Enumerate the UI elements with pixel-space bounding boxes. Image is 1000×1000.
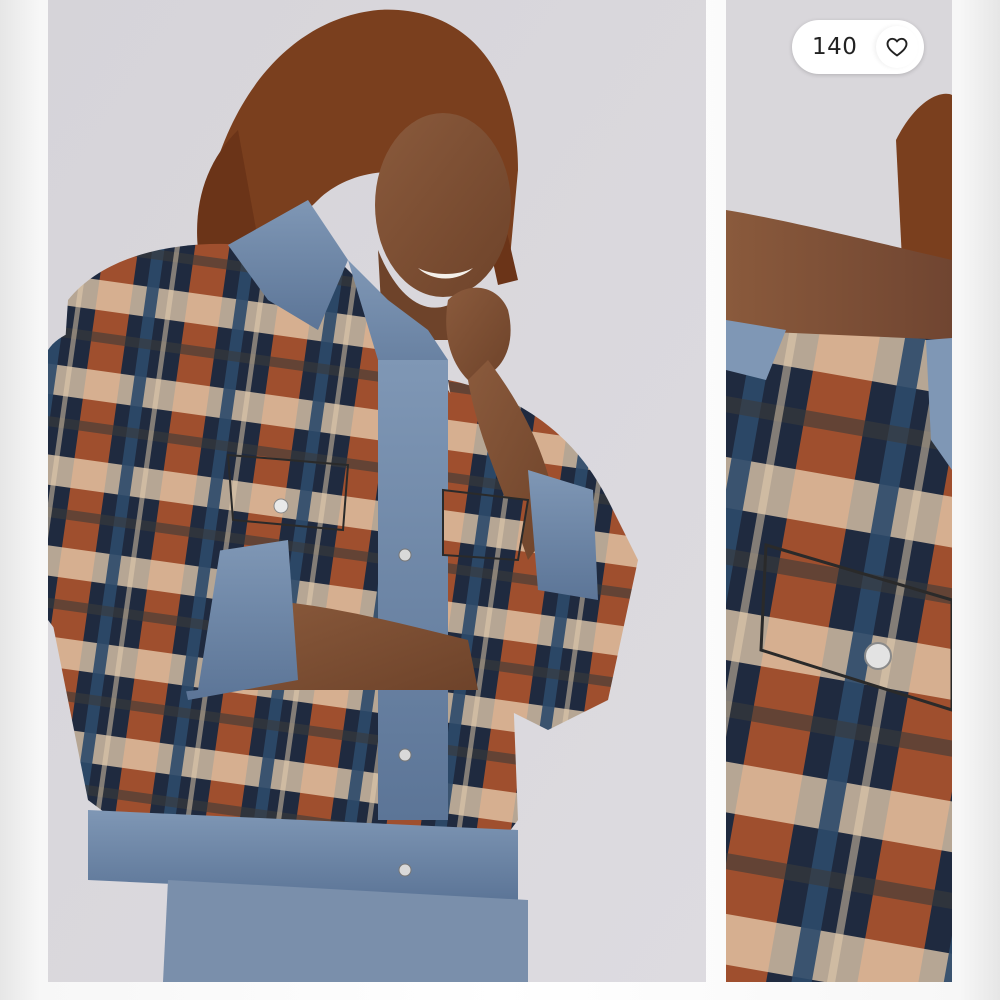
- main-product-photo[interactable]: [48, 0, 706, 982]
- detail-photo-image: [726, 0, 952, 982]
- main-photo-image: [48, 0, 706, 982]
- like-counter[interactable]: 140: [792, 20, 924, 74]
- like-count: 140: [812, 34, 858, 60]
- listing-gallery: 140: [0, 0, 1000, 1000]
- like-button[interactable]: [876, 26, 918, 68]
- detail-product-photo[interactable]: [726, 0, 952, 982]
- heart-outline-icon: [886, 37, 908, 57]
